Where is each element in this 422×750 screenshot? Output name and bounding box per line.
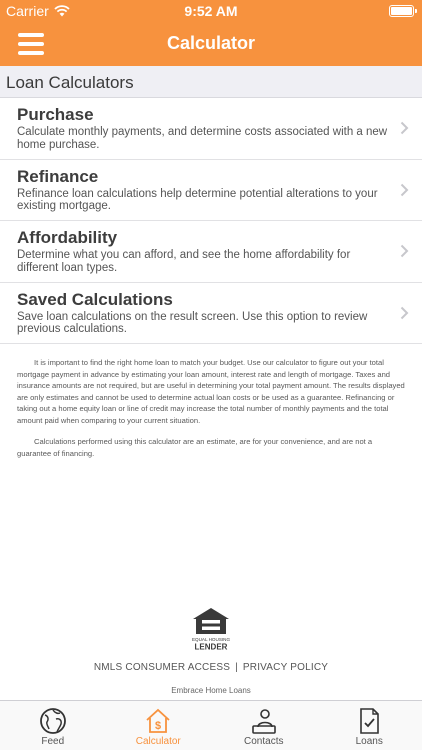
tab-loans[interactable]: Loans — [317, 701, 422, 750]
disclaimer: It is important to find the right home l… — [17, 357, 407, 469]
footer-links: NMLS CONSUMER ACCESS | PRIVACY POLICY — [0, 662, 422, 673]
page-title: Calculator — [166, 33, 256, 53]
tab-label: Contacts — [244, 736, 284, 747]
privacy-policy-link[interactable]: PRIVACY POLICY — [243, 662, 328, 673]
chevron-right-icon — [400, 121, 409, 135]
calculator-list: Purchase Calculate monthly payments, and… — [0, 98, 422, 344]
globe-icon — [39, 708, 66, 734]
tab-label: Loans — [355, 736, 383, 747]
logo-line2: LENDER — [195, 643, 228, 652]
footer-separator: | — [235, 662, 238, 673]
tab-contacts[interactable]: Contacts — [211, 701, 317, 750]
company-name: Embrace Home Loans — [171, 686, 251, 695]
list-item-description: Calculate monthly payments, and determin… — [17, 126, 388, 151]
disclaimer-paragraph: It is important to find the right home l… — [17, 358, 405, 425]
list-item-title: Affordability — [17, 228, 118, 247]
tab-bar: Feed $ Calculator Contacts Loans — [0, 700, 422, 750]
battery-icon — [389, 5, 417, 17]
list-item-refinance[interactable]: Refinance Refinance loan calculations he… — [0, 160, 422, 221]
list-item-title: Saved Calculations — [17, 289, 173, 309]
tab-label: Feed — [41, 736, 65, 747]
logo-line1: EQUAL HOUSING — [192, 637, 231, 642]
house-dollar-icon: $ — [146, 708, 170, 733]
chevron-right-icon — [400, 244, 409, 258]
list-item-description: Save loan calculations on the result scr… — [17, 310, 368, 336]
chevron-right-icon — [400, 183, 409, 196]
svg-text:$: $ — [155, 720, 161, 732]
contacts-icon — [251, 709, 276, 734]
list-item-purchase[interactable]: Purchase Calculate monthly payments, and… — [0, 98, 422, 160]
status-time: 9:52 AM — [184, 3, 238, 19]
list-item-title: Refinance — [17, 166, 99, 186]
tab-feed[interactable]: Feed — [0, 701, 106, 750]
tab-label: Calculator — [135, 736, 181, 747]
list-item-saved-calculations[interactable]: Saved Calculations Save loan calculation… — [0, 283, 422, 344]
nav-bar: Calculator — [0, 22, 422, 66]
section-header-label: Loan Calculators — [6, 73, 134, 92]
list-item-description: Determine what you can afford, and see t… — [17, 249, 351, 274]
section-header: Loan Calculators — [0, 66, 422, 98]
status-bar: Carrier 9:52 AM — [0, 0, 422, 22]
disclaimer-paragraph: Calculations performed using this calcul… — [17, 437, 373, 458]
list-item-title: Purchase — [17, 105, 94, 124]
document-check-icon — [360, 708, 380, 734]
nmls-consumer-access-link[interactable]: NMLS CONSUMER ACCESS — [94, 662, 230, 673]
list-item-description: Refinance loan calculations help determi… — [17, 187, 378, 213]
chevron-right-icon — [400, 306, 409, 319]
tab-calculator[interactable]: $ Calculator — [106, 701, 212, 750]
equal-housing-lender-icon: EQUAL HOUSING LENDER — [192, 608, 231, 652]
list-item-affordability[interactable]: Affordability Determine what you can aff… — [0, 221, 422, 283]
